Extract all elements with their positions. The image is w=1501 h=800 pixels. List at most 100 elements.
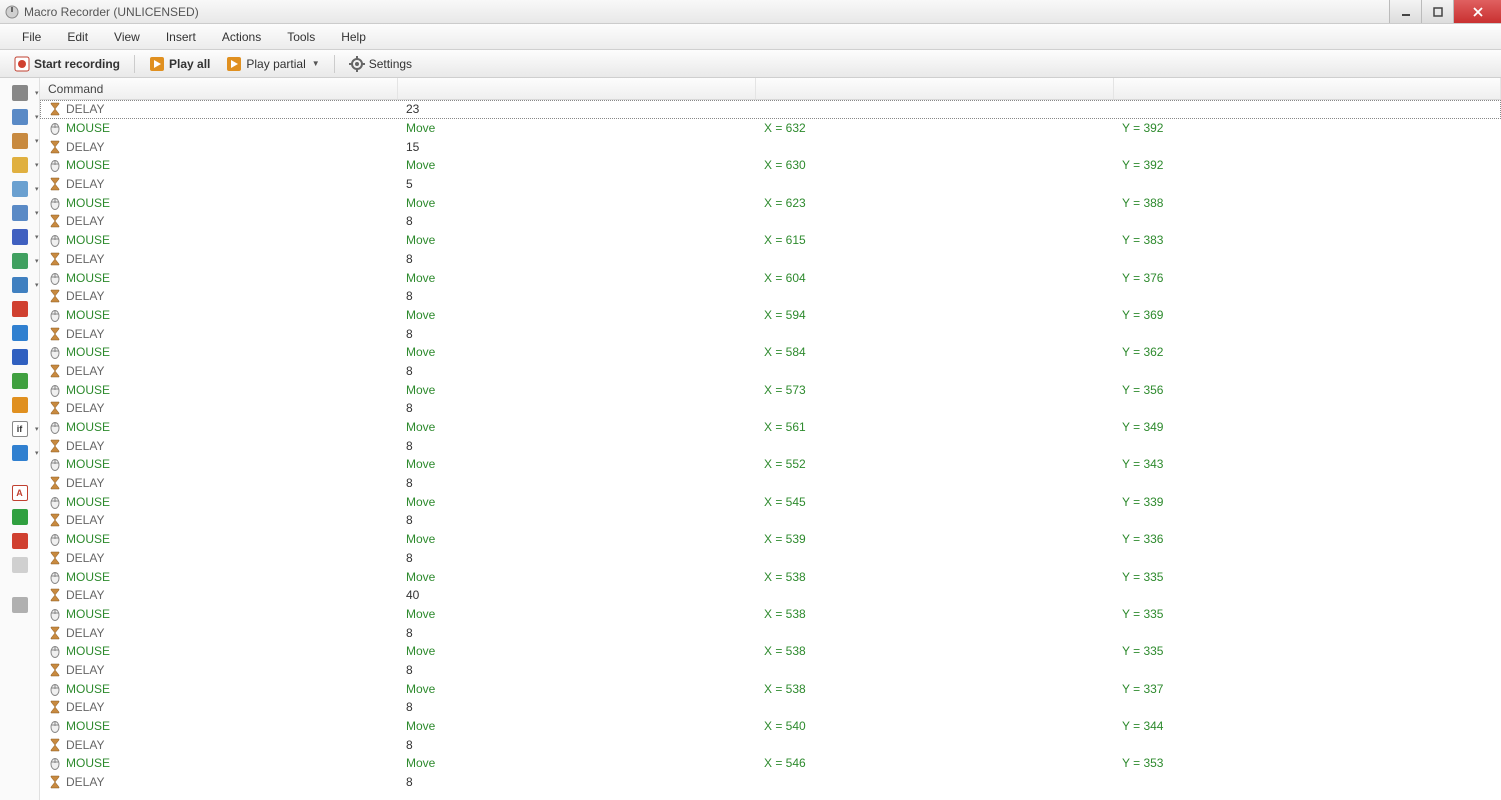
play-tool-icon[interactable] — [7, 396, 33, 414]
cell-param1: 8 — [398, 773, 756, 792]
macro-tool-icon[interactable] — [7, 596, 33, 614]
table-body[interactable]: DELAY23MOUSEMoveX = 632Y = 392DELAY15MOU… — [40, 100, 1501, 800]
info-tool-icon[interactable] — [7, 348, 33, 366]
menu-view[interactable]: View — [102, 26, 152, 48]
table-row[interactable]: DELAY8 — [40, 212, 1501, 231]
table-row[interactable]: DELAY8 — [40, 549, 1501, 568]
table-row[interactable]: MOUSEMoveX = 538Y = 337 — [40, 679, 1501, 698]
table-row[interactable]: MOUSEMoveX = 630Y = 392 — [40, 156, 1501, 175]
open-file-tool-icon[interactable] — [7, 156, 33, 174]
label-tool-icon[interactable]: A — [7, 484, 33, 502]
column-header-1[interactable] — [398, 78, 756, 99]
mouse-icon — [48, 457, 62, 471]
mouse-tool-icon[interactable] — [7, 84, 33, 102]
table-row[interactable]: MOUSEMoveX = 540Y = 344 — [40, 717, 1501, 736]
cell-param3: Y = 335 — [1114, 567, 1501, 586]
close-button[interactable] — [1453, 0, 1501, 23]
table-row[interactable]: MOUSEMoveX = 545Y = 339 — [40, 492, 1501, 511]
table-row[interactable]: MOUSEMoveX = 584Y = 362 — [40, 343, 1501, 362]
table-row[interactable]: MOUSEMoveX = 539Y = 336 — [40, 530, 1501, 549]
cell-command: DELAY — [40, 474, 398, 493]
menu-edit[interactable]: Edit — [55, 26, 100, 48]
table-row[interactable]: DELAY8 — [40, 324, 1501, 343]
table-row[interactable]: MOUSEMoveX = 538Y = 335 — [40, 567, 1501, 586]
menu-help[interactable]: Help — [329, 26, 378, 48]
minimize-button[interactable] — [1389, 0, 1421, 23]
table-row[interactable]: MOUSEMoveX = 615Y = 383 — [40, 231, 1501, 250]
stop-tool-icon[interactable] — [7, 532, 33, 550]
table-row[interactable]: MOUSEMoveX = 623Y = 388 — [40, 193, 1501, 212]
table-row[interactable]: DELAY8 — [40, 661, 1501, 680]
table-row[interactable]: DELAY8 — [40, 735, 1501, 754]
table-row[interactable]: DELAY8 — [40, 287, 1501, 306]
table-row[interactable]: MOUSEMoveX = 538Y = 335 — [40, 642, 1501, 661]
loop-tool-icon[interactable] — [7, 444, 33, 462]
keyboard-tool-icon[interactable] — [7, 108, 33, 126]
cell-command: MOUSE — [40, 605, 398, 624]
table-row[interactable]: DELAY40 — [40, 586, 1501, 605]
color-picker-tool-icon[interactable] — [7, 252, 33, 270]
play-partial-button[interactable]: Play partial ▼ — [220, 54, 325, 74]
image-tool-icon[interactable] — [7, 276, 33, 294]
start-recording-button[interactable]: Start recording — [8, 54, 126, 74]
table-row[interactable]: DELAY8 — [40, 399, 1501, 418]
menu-file[interactable]: File — [10, 26, 53, 48]
column-header-2[interactable] — [756, 78, 1114, 99]
maximize-button[interactable] — [1421, 0, 1453, 23]
play-all-button[interactable]: Play all — [143, 54, 216, 74]
play-tool-icon-glyph — [12, 397, 28, 413]
table-row[interactable]: DELAY8 — [40, 474, 1501, 493]
table-row[interactable]: MOUSEMoveX = 561Y = 349 — [40, 418, 1501, 437]
table-row[interactable]: DELAY15 — [40, 137, 1501, 156]
table-row[interactable]: MOUSEMoveX = 604Y = 376 — [40, 268, 1501, 287]
cell-param2: X = 545 — [756, 492, 1114, 511]
comment-tool-icon-glyph — [12, 557, 28, 573]
window-tool-icon[interactable] — [7, 180, 33, 198]
table-row[interactable]: DELAY8 — [40, 773, 1501, 792]
network-tool-icon[interactable] — [7, 372, 33, 390]
if-tool-icon[interactable]: if — [7, 420, 33, 438]
titlebar: Macro Recorder (UNLICENSED) — [0, 0, 1501, 24]
comment-tool-icon[interactable] — [7, 556, 33, 574]
text-tool-icon[interactable] — [7, 228, 33, 246]
cell-param1: 5 — [398, 175, 756, 194]
open-file-tool-icon-glyph — [12, 157, 28, 173]
table-row[interactable]: MOUSEMoveX = 632Y = 392 — [40, 119, 1501, 138]
cell-param1: Move — [398, 754, 756, 773]
hourglass-icon — [48, 140, 62, 154]
menu-tools[interactable]: Tools — [275, 26, 327, 48]
cell-param1: 8 — [398, 324, 756, 343]
menu-insert[interactable]: Insert — [154, 26, 208, 48]
table-row[interactable]: DELAY8 — [40, 250, 1501, 269]
column-header-3[interactable] — [1114, 78, 1501, 99]
clipboard-tool-icon[interactable] — [7, 204, 33, 222]
table-row[interactable]: MOUSEMoveX = 552Y = 343 — [40, 455, 1501, 474]
delay-tool-icon[interactable] — [7, 132, 33, 150]
settings-button[interactable]: Settings — [343, 54, 418, 74]
goto-tool-icon[interactable] — [7, 508, 33, 526]
cell-command: MOUSE — [40, 642, 398, 661]
menu-actions[interactable]: Actions — [210, 26, 273, 48]
table-row[interactable]: DELAY8 — [40, 698, 1501, 717]
table-row[interactable]: MOUSEMoveX = 573Y = 356 — [40, 380, 1501, 399]
table-row[interactable]: MOUSEMoveX = 546Y = 353 — [40, 754, 1501, 773]
shutdown-tool-icon[interactable] — [7, 300, 33, 318]
column-header-command[interactable]: Command — [40, 78, 398, 99]
settings-label: Settings — [369, 57, 412, 71]
table-row[interactable]: DELAY8 — [40, 436, 1501, 455]
table-row[interactable]: MOUSEMoveX = 594Y = 369 — [40, 306, 1501, 325]
table-row[interactable]: DELAY5 — [40, 175, 1501, 194]
table-row[interactable]: DELAY23 — [40, 100, 1501, 119]
cell-param3: Y = 353 — [1114, 754, 1501, 773]
hourglass-icon — [48, 102, 62, 116]
table-row[interactable]: DELAY8 — [40, 511, 1501, 530]
web-tool-icon[interactable] — [7, 324, 33, 342]
table-row[interactable]: DELAY8 — [40, 623, 1501, 642]
table-row[interactable]: MOUSEMoveX = 538Y = 335 — [40, 605, 1501, 624]
cell-command: DELAY — [40, 212, 398, 231]
table-row[interactable]: DELAY8 — [40, 362, 1501, 381]
command-text: MOUSE — [66, 457, 110, 471]
command-text: DELAY — [66, 663, 104, 677]
cell-param1: Move — [398, 455, 756, 474]
loop-tool-icon-glyph — [12, 445, 28, 461]
